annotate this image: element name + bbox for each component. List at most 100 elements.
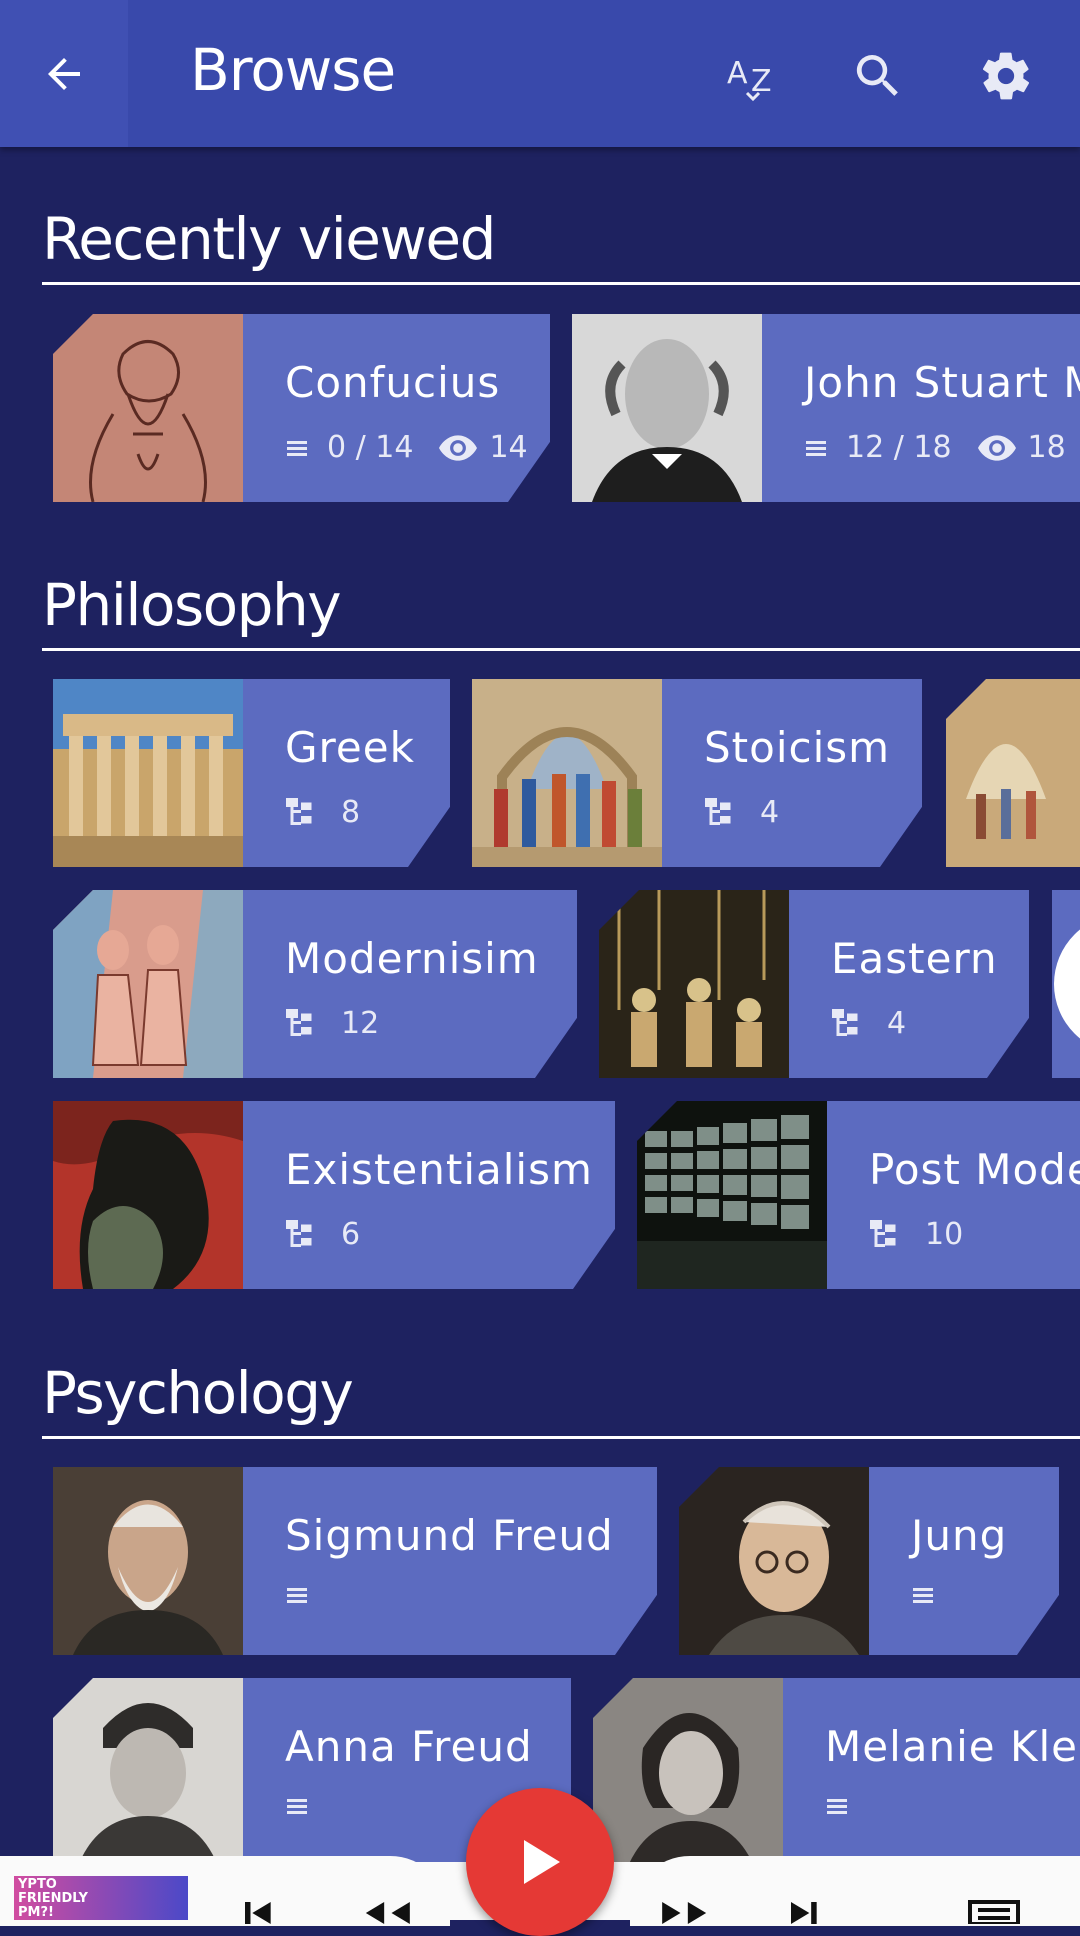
hierarchy-icon bbox=[285, 1009, 323, 1039]
card-title: Eastern bbox=[831, 934, 998, 983]
section-heading: Psychology bbox=[42, 1359, 354, 1427]
post-modernism-thumbnail bbox=[637, 1101, 827, 1289]
card-body: Post Mode 10 bbox=[827, 1101, 1080, 1289]
category-card-greek[interactable]: Greek 8 bbox=[53, 679, 450, 867]
divider bbox=[42, 282, 1080, 285]
psychology-section: Psychology bbox=[42, 1364, 1080, 1439]
card-title: Post Mode bbox=[869, 1145, 1080, 1194]
count-text: 12 bbox=[341, 1006, 380, 1041]
page-title: Browse bbox=[190, 36, 396, 104]
card-meta: 10 bbox=[869, 1217, 963, 1252]
sigmund-freud-thumbnail bbox=[53, 1467, 243, 1655]
section-heading: Recently viewed bbox=[42, 205, 496, 273]
list-icon bbox=[285, 436, 309, 460]
recent-card-john-stuart-mill[interactable]: John Stuart M 12 / 18 18 bbox=[572, 314, 1080, 502]
card-meta: 0 / 14 14 bbox=[285, 430, 528, 465]
person-card-melanie-klein[interactable]: Melanie Klei bbox=[593, 1678, 1080, 1866]
card-body: Stoicism 4 bbox=[662, 679, 922, 867]
count-text: 4 bbox=[760, 795, 780, 830]
video-thumbnail[interactable]: YPTO FRIENDLY PM?! bbox=[14, 1876, 188, 1920]
person-card-sigmund-freud[interactable]: Sigmund Freud bbox=[53, 1467, 657, 1655]
card-meta bbox=[285, 1583, 327, 1607]
views-text: 14 bbox=[489, 430, 528, 465]
painting-thumbnail bbox=[946, 679, 1080, 867]
skip-next-icon[interactable] bbox=[790, 1902, 836, 1924]
count-text: 4 bbox=[887, 1006, 907, 1041]
section-heading: Philosophy bbox=[42, 571, 342, 639]
svg-text:Z: Z bbox=[751, 64, 772, 99]
stoicism-thumbnail bbox=[472, 679, 662, 867]
search-icon bbox=[856, 55, 898, 96]
modernisim-thumbnail bbox=[53, 890, 243, 1078]
anna-freud-thumbnail bbox=[53, 1678, 243, 1866]
existentialism-thumbnail bbox=[53, 1101, 243, 1289]
eye-icon bbox=[977, 434, 1016, 461]
recently-viewed-section: Recently viewed bbox=[42, 210, 1080, 285]
card-title: Sigmund Freud bbox=[285, 1511, 614, 1560]
melanie-klein-thumbnail bbox=[593, 1678, 783, 1866]
card-body: Jung bbox=[869, 1467, 1059, 1655]
video-thumbnail-text: YPTO FRIENDLY PM?! bbox=[18, 1877, 88, 1920]
jung-thumbnail bbox=[679, 1467, 869, 1655]
list-icon bbox=[285, 1583, 309, 1607]
card-meta bbox=[911, 1583, 953, 1607]
settings-icon bbox=[982, 52, 1030, 100]
queue-icon[interactable] bbox=[966, 1898, 1026, 1924]
card-meta: 12 / 18 18 bbox=[804, 430, 1066, 465]
hierarchy-icon bbox=[704, 798, 742, 828]
card-meta: 12 bbox=[285, 1006, 379, 1041]
card-meta: 4 bbox=[704, 795, 779, 830]
card-meta: 4 bbox=[831, 1006, 906, 1041]
progress-text: 12 / 18 bbox=[846, 430, 952, 465]
search-button[interactable] bbox=[842, 40, 914, 112]
card-meta bbox=[285, 1794, 327, 1818]
card-title: Stoicism bbox=[704, 723, 891, 772]
person-card-jung[interactable]: Jung bbox=[679, 1467, 1059, 1655]
eye-icon bbox=[439, 434, 477, 462]
hierarchy-icon bbox=[285, 1220, 323, 1250]
category-card-partial-2[interactable] bbox=[1052, 890, 1080, 1078]
category-card-eastern[interactable]: Eastern 4 bbox=[599, 890, 1029, 1078]
card-body: John Stuart M 12 / 18 18 bbox=[762, 314, 1080, 502]
category-card-partial[interactable] bbox=[946, 679, 1080, 867]
back-button[interactable] bbox=[0, 0, 128, 147]
card-body: Modernisim 12 bbox=[243, 890, 577, 1078]
card-title: Confucius bbox=[285, 358, 501, 407]
category-card-existentialism[interactable]: Existentialism 6 bbox=[53, 1101, 615, 1289]
card-body: Confucius 0 / 14 14 bbox=[243, 314, 550, 502]
play-button[interactable] bbox=[466, 1788, 614, 1936]
count-text: 6 bbox=[341, 1217, 361, 1252]
app-bar: Browse A Z bbox=[0, 0, 1080, 147]
sort-az-icon: A Z bbox=[727, 56, 772, 102]
svg-text:A: A bbox=[727, 56, 748, 91]
divider bbox=[42, 1436, 1080, 1439]
card-title: Modernisim bbox=[285, 934, 539, 983]
card-title: John Stuart M bbox=[804, 358, 1080, 407]
rewind-icon[interactable] bbox=[356, 1902, 416, 1924]
category-card-modernisim[interactable]: Modernisim 12 bbox=[53, 890, 577, 1078]
card-meta bbox=[825, 1794, 867, 1818]
list-icon bbox=[285, 1794, 309, 1818]
sort-az-button[interactable]: A Z bbox=[718, 40, 790, 112]
settings-button[interactable] bbox=[970, 40, 1042, 112]
category-card-post-modernism[interactable]: Post Mode 10 bbox=[637, 1101, 1080, 1289]
play-icon bbox=[524, 1840, 560, 1884]
card-body: Greek 8 bbox=[243, 679, 450, 867]
skip-previous-icon[interactable] bbox=[244, 1902, 290, 1924]
philosophy-section: Philosophy bbox=[42, 576, 1080, 651]
card-title: Greek bbox=[285, 723, 415, 772]
count-text: 10 bbox=[925, 1217, 964, 1252]
hierarchy-icon bbox=[831, 1009, 869, 1039]
recent-card-confucius[interactable]: Confucius 0 / 14 14 bbox=[53, 314, 550, 502]
list-icon bbox=[806, 440, 826, 456]
hierarchy-icon bbox=[285, 798, 323, 828]
card-meta: 8 bbox=[285, 795, 360, 830]
card-meta: 6 bbox=[285, 1217, 360, 1252]
eastern-thumbnail bbox=[599, 890, 789, 1078]
card-body: Sigmund Freud bbox=[243, 1467, 657, 1655]
views-text: 18 bbox=[1027, 430, 1066, 465]
category-card-stoicism[interactable]: Stoicism 4 bbox=[472, 679, 922, 867]
back-arrow-icon bbox=[48, 57, 80, 90]
fast-forward-icon[interactable] bbox=[656, 1902, 716, 1924]
divider bbox=[42, 648, 1080, 651]
